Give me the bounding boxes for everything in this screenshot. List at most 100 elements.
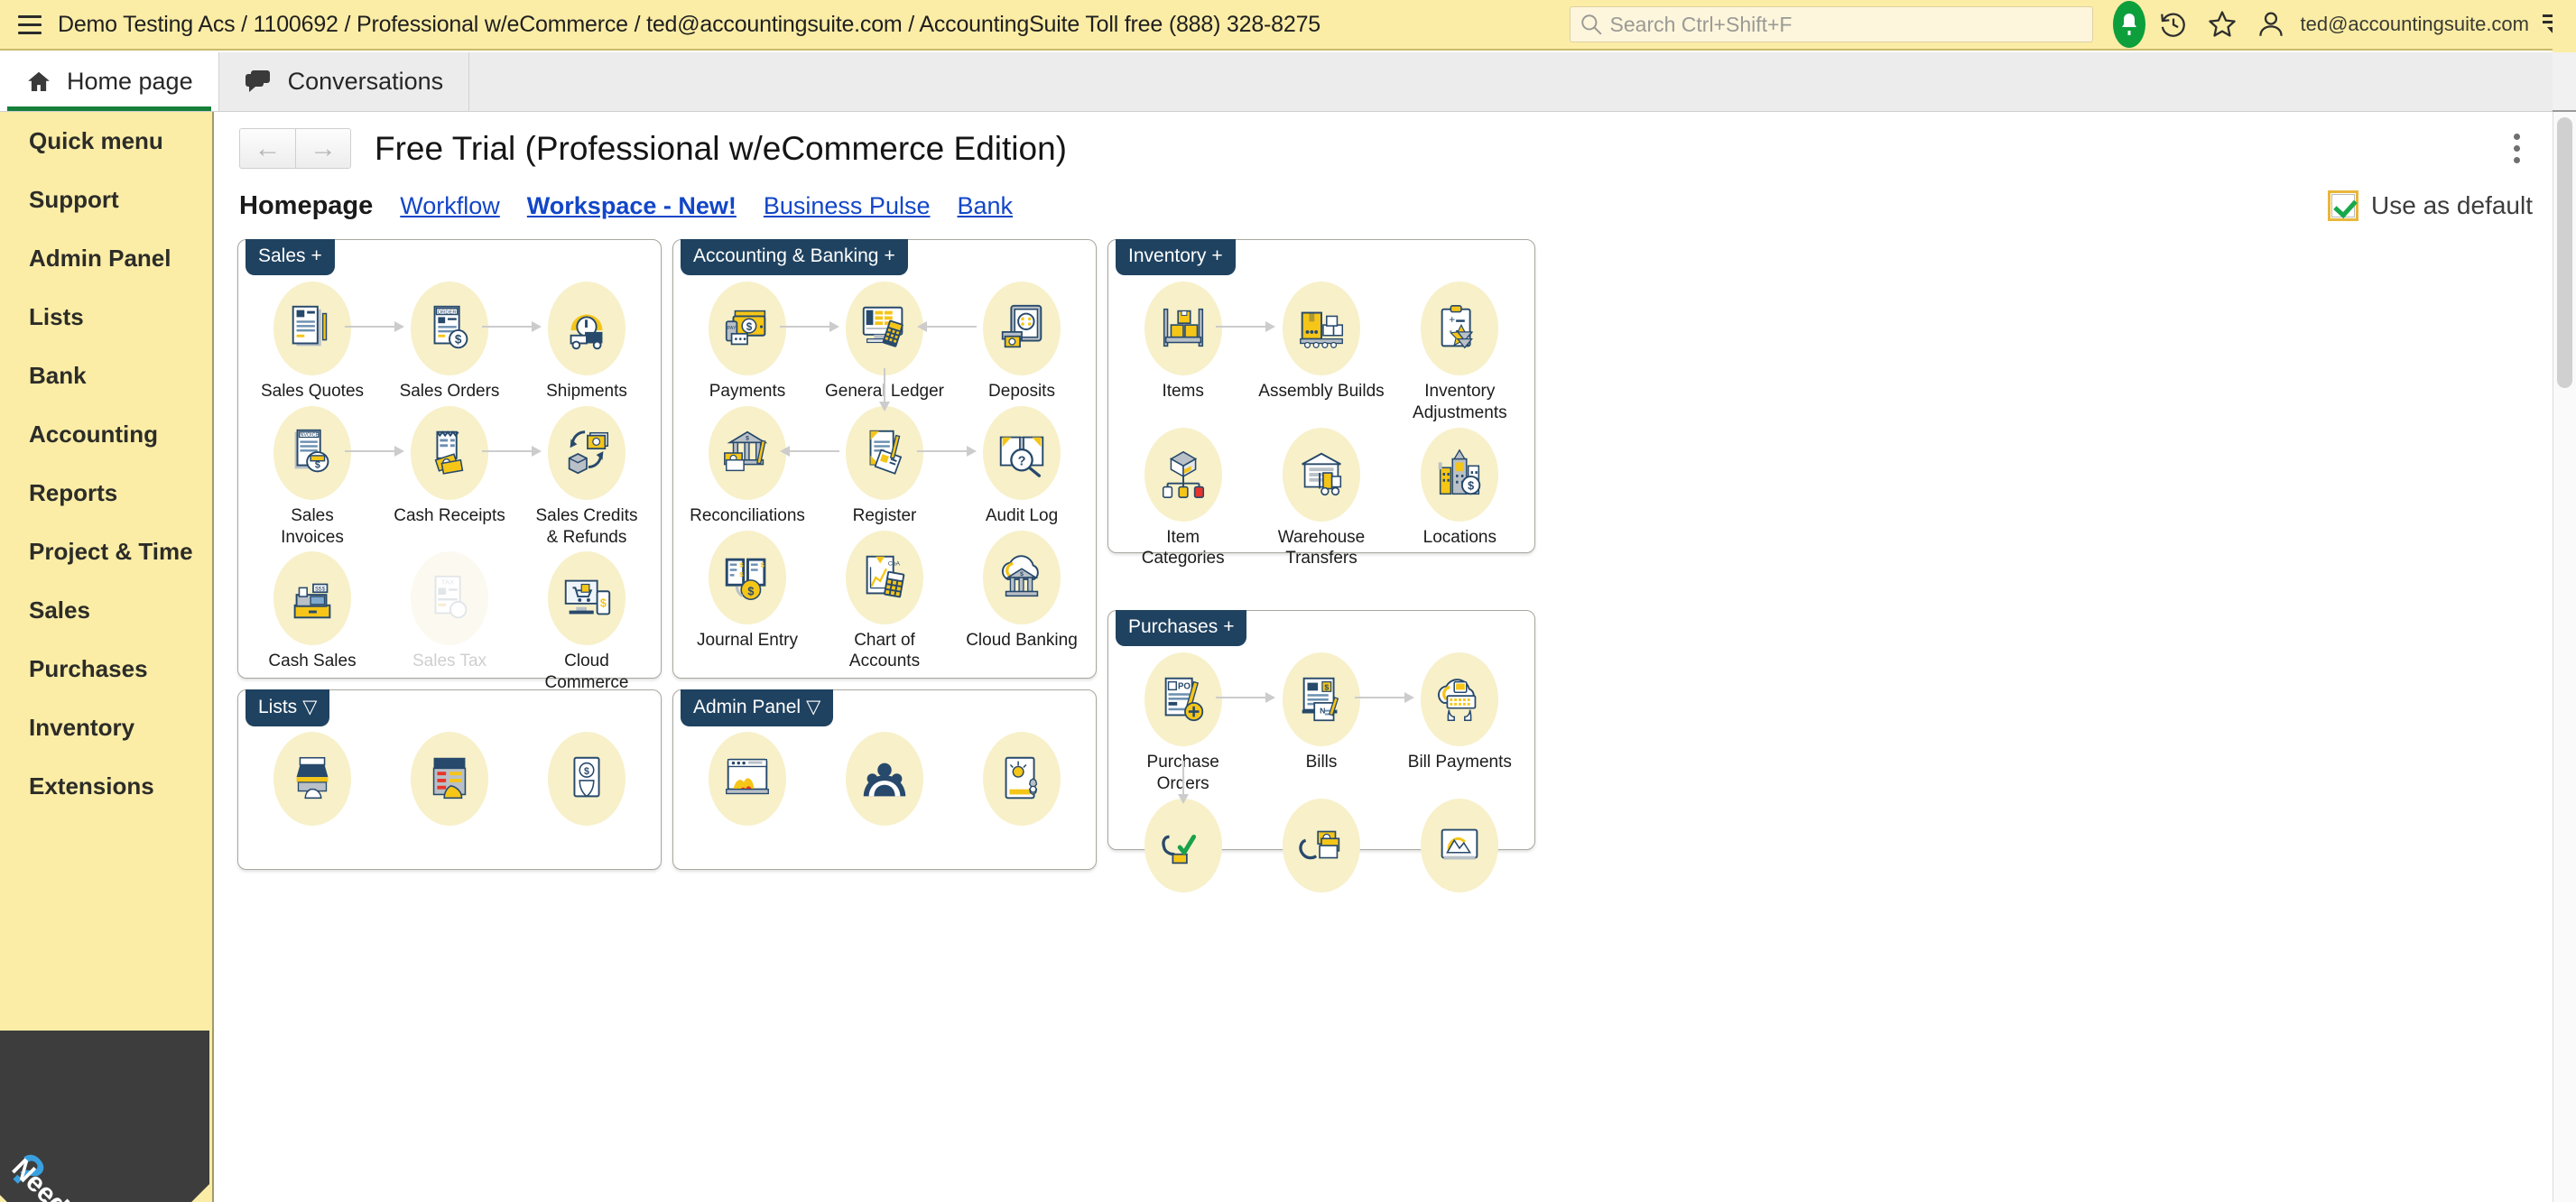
panel-header-sales[interactable]: Sales+ bbox=[246, 239, 335, 275]
tile-cell: Cash Receipts bbox=[381, 406, 518, 549]
back-button[interactable]: ← bbox=[239, 128, 295, 169]
tile-cloud-banking[interactable]: $Cloud Banking bbox=[953, 531, 1090, 652]
general-ledger-monitor-icon bbox=[846, 282, 923, 375]
tile-cell: $NBills bbox=[1252, 652, 1390, 795]
svg-text:$: $ bbox=[739, 570, 744, 578]
collapse-triangle-icon[interactable]: ▽ bbox=[806, 696, 820, 718]
subnav-link-bank[interactable]: Bank bbox=[957, 192, 1013, 220]
tile-cloud-commerce[interactable]: $Cloud Commerce bbox=[518, 551, 655, 694]
panel-title-accounting-banking: Accounting & Banking bbox=[693, 245, 878, 267]
sidebar-item-admin-panel[interactable]: Admin Panel bbox=[0, 229, 212, 288]
sidebar-item-reports[interactable]: Reports bbox=[0, 464, 212, 522]
more-options-icon[interactable] bbox=[2505, 125, 2529, 172]
tile-customers-list-icon[interactable] bbox=[244, 732, 381, 831]
tile-audit-log[interactable]: ?Audit Log bbox=[953, 406, 1090, 527]
assembly-builds-icon bbox=[1283, 282, 1360, 375]
order-document-dollar-icon: ORDER$ bbox=[411, 282, 488, 375]
tile-purchase-refund-icon[interactable] bbox=[1252, 799, 1390, 898]
tile-sales-invoices[interactable]: INVOICE$Sales Invoices bbox=[244, 406, 381, 549]
expand-plus-icon[interactable]: + bbox=[1211, 245, 1222, 267]
user-email-label[interactable]: ted@accountingsuite.com bbox=[2301, 13, 2529, 36]
svg-text:PAY: PAY bbox=[727, 326, 737, 331]
tile-shipments[interactable]: Shipments bbox=[518, 282, 655, 402]
expand-plus-icon[interactable]: + bbox=[884, 245, 894, 267]
sidebar-item-extensions[interactable]: Extensions bbox=[0, 757, 212, 816]
tile-register[interactable]: Register bbox=[816, 406, 953, 527]
panel-sales: Sales+ Sales QuotesORDER$Sales OrdersShip… bbox=[237, 239, 662, 679]
tile-cell: ORDER$Sales Orders bbox=[381, 282, 518, 402]
expand-plus-icon[interactable]: + bbox=[1223, 616, 1234, 638]
notification-bell-icon[interactable] bbox=[2109, 0, 2149, 50]
tile-reconciliations[interactable]: $Reconciliations bbox=[679, 406, 816, 527]
tile-assembly-builds[interactable]: Assembly Builds bbox=[1252, 282, 1390, 402]
panel-header-accounting-banking[interactable]: Accounting & Banking + bbox=[681, 239, 908, 275]
panel-grid: Sales+ Sales QuotesORDER$Sales OrdersShip… bbox=[237, 239, 2534, 870]
tile-users-group-icon[interactable] bbox=[816, 732, 953, 831]
sidebar-item-purchases[interactable]: Purchases bbox=[0, 640, 212, 698]
tile-general-ledger[interactable]: General Ledger bbox=[816, 282, 953, 402]
tile-sales-credits-refunds[interactable]: Sales Credits & Refunds bbox=[518, 406, 655, 549]
tile-bills[interactable]: $NBills bbox=[1252, 652, 1390, 773]
subnav-link-workspace-new[interactable]: Workspace - New! bbox=[527, 192, 737, 220]
tile-bill-payments[interactable]: Bill Payments bbox=[1391, 652, 1529, 773]
sidebar-item-inventory[interactable]: Inventory bbox=[0, 698, 212, 757]
panel-header-admin-panel[interactable]: Admin Panel▽ bbox=[681, 689, 833, 726]
subnav-link-business-pulse[interactable]: Business Pulse bbox=[764, 192, 931, 220]
favorites-star-icon[interactable] bbox=[2198, 0, 2247, 50]
tab-home-page[interactable]: Home page bbox=[0, 52, 219, 111]
cash-receipt-icon bbox=[411, 406, 488, 500]
tab-conversations[interactable]: Conversations bbox=[219, 52, 470, 111]
panel-lists: Lists▽ $ bbox=[237, 689, 662, 870]
tile-locations[interactable]: $Locations bbox=[1391, 428, 1529, 549]
tile-products-list-icon[interactable]: $ bbox=[518, 732, 655, 831]
tile-label: Chart of Accounts bbox=[849, 630, 920, 673]
tile-cash-receipts[interactable]: Cash Receipts bbox=[381, 406, 518, 527]
tile-deposits[interactable]: Deposits bbox=[953, 282, 1090, 402]
tile-journal-entry[interactable]: $$$$Journal Entry bbox=[679, 531, 816, 652]
sidebar-item-accounting[interactable]: Accounting bbox=[0, 405, 212, 464]
panel-header-lists[interactable]: Lists▽ bbox=[246, 689, 329, 726]
tile-vendors-list-icon[interactable] bbox=[381, 732, 518, 831]
sidebar-item-project-time[interactable]: Project & Time bbox=[0, 522, 212, 581]
tile-item-receipt-icon[interactable] bbox=[1114, 799, 1252, 898]
hamburger-icon[interactable] bbox=[0, 0, 51, 50]
tile-purchase-orders[interactable]: POPurchase Orders bbox=[1114, 652, 1252, 795]
panel-header-purchases[interactable]: Purchases+ bbox=[1116, 610, 1246, 646]
use-as-default-checkbox[interactable]: Use as default bbox=[2328, 190, 2533, 221]
chat-bubble-icon bbox=[245, 69, 273, 95]
tile-cash-sales[interactable]: $$$Cash Sales bbox=[244, 551, 381, 672]
scrollbar-thumb[interactable] bbox=[2557, 117, 2572, 388]
tile-item-categories[interactable]: Item Categories bbox=[1114, 428, 1252, 570]
tile-preferences-gear-icon[interactable] bbox=[953, 732, 1090, 831]
tile-payments[interactable]: $PAYPayments bbox=[679, 282, 816, 402]
journal-entry-book-icon: $$$$ bbox=[709, 531, 786, 624]
tile-sales-quotes[interactable]: Sales Quotes bbox=[244, 282, 381, 402]
forward-button[interactable]: → bbox=[295, 128, 351, 169]
tile-company-settings-icon[interactable] bbox=[679, 732, 816, 831]
bill-document-icon: $N bbox=[1283, 652, 1360, 746]
tile-label: General Ledger bbox=[825, 381, 944, 402]
tile-inventory-adjustments[interactable]: +-Inventory Adjustments bbox=[1391, 282, 1529, 424]
tile-vendor-credit-icon[interactable] bbox=[1391, 799, 1529, 898]
user-profile-icon[interactable] bbox=[2247, 0, 2295, 50]
sidebar-item-quick-menu[interactable]: Quick menu bbox=[0, 112, 212, 171]
need-help-badge[interactable]: ? Need Help bbox=[0, 1031, 209, 1202]
vertical-scrollbar[interactable] bbox=[2553, 112, 2576, 1202]
tile-items[interactable]: Items bbox=[1114, 282, 1252, 402]
tile-sales-tax[interactable]: TAXSales Tax bbox=[381, 551, 518, 672]
sidebar-item-lists[interactable]: Lists bbox=[0, 288, 212, 347]
search-input[interactable]: Search Ctrl+Shift+F bbox=[1570, 6, 2093, 42]
customers-list-icon bbox=[273, 732, 351, 826]
subnav-link-workflow[interactable]: Workflow bbox=[400, 192, 500, 220]
tile-chart-of-accounts[interactable]: CoAChart of Accounts bbox=[816, 531, 953, 673]
collapse-triangle-icon[interactable]: ▽ bbox=[302, 696, 317, 718]
tile-warehouse-transfers[interactable]: Warehouse Transfers bbox=[1252, 428, 1390, 570]
expand-plus-icon[interactable]: + bbox=[311, 245, 322, 267]
sidebar-item-bank[interactable]: Bank bbox=[0, 347, 212, 405]
history-clock-icon[interactable] bbox=[2149, 0, 2198, 50]
sidebar-item-support[interactable]: Support bbox=[0, 171, 212, 229]
checkbox-box[interactable] bbox=[2328, 190, 2358, 221]
tile-sales-orders[interactable]: ORDER$Sales Orders bbox=[381, 282, 518, 402]
panel-header-inventory[interactable]: Inventory+ bbox=[1116, 239, 1236, 275]
sidebar-item-sales[interactable]: Sales bbox=[0, 581, 212, 640]
